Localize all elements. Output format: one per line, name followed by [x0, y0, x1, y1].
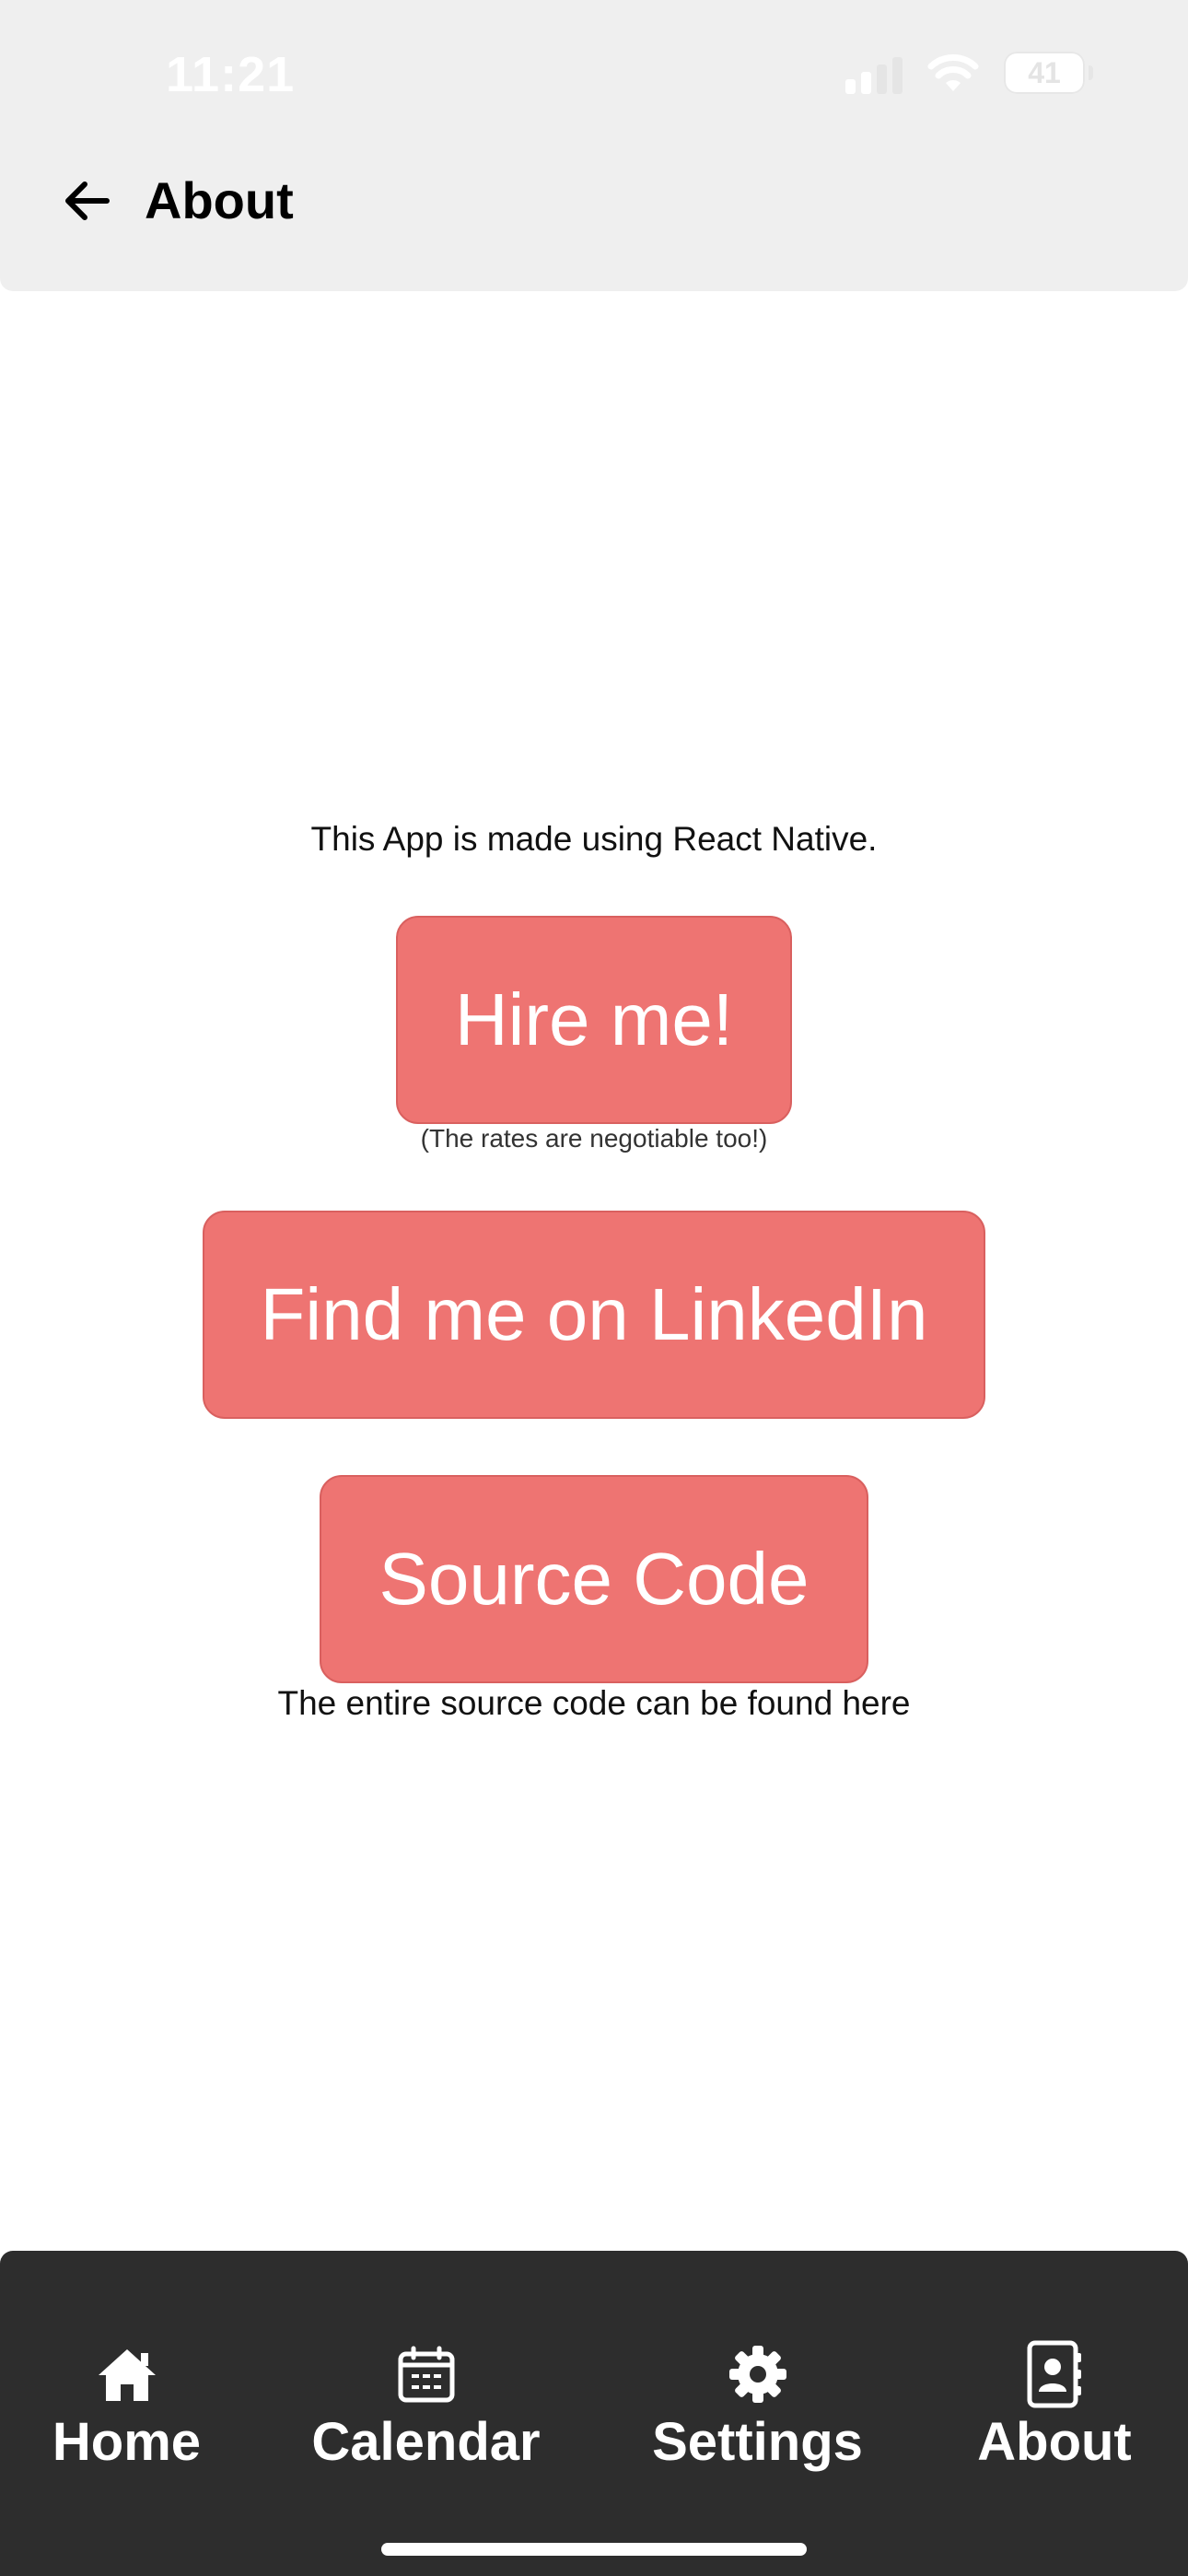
home-indicator	[381, 2543, 807, 2556]
page-title: About	[145, 171, 294, 229]
source-code-button[interactable]: Source Code	[320, 1475, 868, 1683]
status-indicators: 41	[845, 52, 1093, 94]
gear-icon	[728, 2346, 786, 2403]
tab-label: About	[977, 2412, 1132, 2472]
tab-label: Settings	[652, 2412, 863, 2472]
home-icon	[98, 2349, 156, 2401]
contact-book-icon	[1027, 2340, 1081, 2408]
tab-label: Calendar	[311, 2412, 541, 2472]
intro-text: This App is made using React Native.	[310, 820, 878, 858]
battery-icon: 41	[1004, 52, 1093, 94]
calendar-icon	[398, 2346, 454, 2403]
linkedin-button[interactable]: Find me on LinkedIn	[203, 1211, 985, 1419]
hire-me-button[interactable]: Hire me!	[396, 916, 792, 1124]
wifi-icon	[927, 54, 979, 91]
battery-level: 41	[1028, 55, 1061, 89]
hire-note: (The rates are negotiable too!)	[420, 1124, 768, 1153]
tab-settings[interactable]: Settings	[635, 2251, 879, 2490]
app-header: 11:21 41 About	[0, 0, 1188, 291]
tab-home[interactable]: Home	[37, 2251, 216, 2490]
tab-about[interactable]: About	[962, 2251, 1147, 2490]
cellular-signal-icon	[845, 52, 903, 94]
source-note: The entire source code can be found here	[277, 1684, 911, 1722]
arrow-left-icon	[65, 181, 110, 220]
tab-label: Home	[52, 2412, 202, 2472]
bottom-tab-bar: Home Calendar Settings About	[0, 2251, 1188, 2576]
tab-calendar[interactable]: Calendar	[295, 2251, 557, 2490]
status-time: 11:21	[166, 47, 296, 102]
back-button[interactable]	[50, 164, 123, 238]
